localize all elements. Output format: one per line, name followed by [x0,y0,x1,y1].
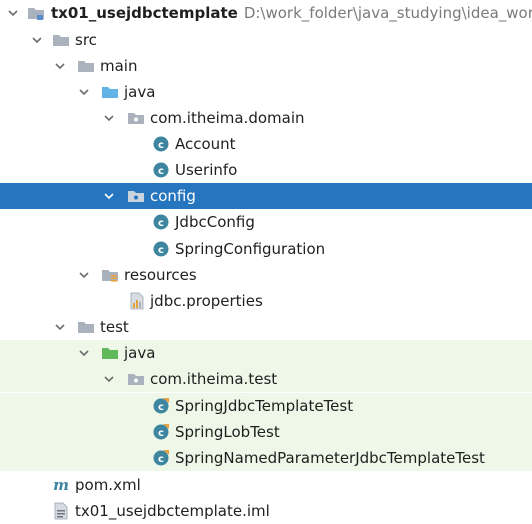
svg-text:c: c [158,245,164,256]
tree-row-jdbc-config[interactable]: c JdbcConfig [0,209,532,235]
tree-label-userinfo: Userinfo [175,161,238,179]
project-name: tx01_usejdbctemplate [51,4,238,22]
tree-label-account: Account [175,135,236,153]
tree-row-spring-named-parameter-test[interactable]: c SpringNamedParameterJdbcTemplateTest [0,445,532,471]
tree-row-jdbc-properties[interactable]: jdbc.properties [0,288,532,314]
class-icon: c [153,136,169,152]
svg-text:c: c [158,218,164,229]
test-class-icon: c [153,424,169,440]
tree-label-java-test: java [124,344,156,362]
tree-row-resources[interactable]: resources [0,262,532,288]
tree-row-spring-jdbc-template-test[interactable]: c SpringJdbcTemplateTest [0,393,532,419]
svg-text:c: c [158,166,164,177]
tree-label-resources: resources [124,266,197,284]
tree-row-account[interactable]: c Account [0,131,532,157]
tree-row-test[interactable]: test [0,314,532,340]
svg-text:c: c [158,428,164,439]
chevron-down-icon[interactable] [77,346,91,360]
svg-text:c: c [158,402,164,413]
module-folder-icon [28,8,44,20]
package-icon [128,113,144,124]
tree-row-src[interactable]: src [0,27,532,53]
tree-label-iml: tx01_usejdbctemplate.iml [75,502,270,520]
chevron-down-icon[interactable] [53,59,67,73]
class-icon: c [153,162,169,178]
tree-label-package-domain: com.itheima.domain [150,109,305,127]
svg-text:c: c [158,140,164,151]
resources-folder-icon [102,270,118,282]
project-path: D:\work_folder\java_studying\idea_worksp [243,4,532,22]
chevron-down-icon[interactable] [30,33,44,47]
tree-row-spring-lob-test[interactable]: c SpringLobTest [0,419,532,445]
chevron-down-icon[interactable] [77,268,91,282]
folder-icon [78,322,94,333]
tree-row-package-test[interactable]: com.itheima.test [0,366,532,392]
folder-icon [53,35,69,46]
tree-label-jdbc-config: JdbcConfig [175,213,255,231]
tree-row-java-main[interactable]: java [0,79,532,105]
project-tree: tx01_usejdbctemplate D:\work_folder\java_… [0,0,532,520]
tree-row-config[interactable]: config [0,183,532,209]
chevron-down-icon[interactable] [102,189,116,203]
test-class-icon: c [153,450,169,466]
source-folder-icon [102,87,118,98]
tree-label-spring-named-parameter-test: SpringNamedParameterJdbcTemplateTest [175,449,485,467]
tree-label-spring-lob-test: SpringLobTest [175,423,280,441]
tree-row-package-domain[interactable]: com.itheima.domain [0,105,532,131]
tree-row-main[interactable]: main [0,53,532,79]
tree-label-config: config [150,187,196,205]
tree-label-main: main [100,57,138,75]
module-file-icon [54,502,68,520]
chevron-down-icon[interactable] [102,111,116,125]
tree-row-spring-configuration[interactable]: c SpringConfiguration [0,236,532,262]
chevron-down-icon[interactable] [102,372,116,386]
chevron-down-icon[interactable] [6,6,20,20]
tree-row-userinfo[interactable]: c Userinfo [0,157,532,183]
tree-label-java-main: java [124,83,156,101]
tree-label-spring-configuration: SpringConfiguration [175,240,326,258]
svg-text:c: c [158,454,164,465]
class-icon: c [153,241,169,257]
test-class-icon: c [153,398,169,414]
chevron-down-icon[interactable] [77,85,91,99]
svg-text:m: m [53,476,69,494]
class-icon: c [153,214,169,230]
properties-file-icon [130,292,144,310]
test-source-folder-icon [102,348,118,359]
tree-label-jdbc-properties: jdbc.properties [150,292,263,310]
tree-row-iml[interactable]: tx01_usejdbctemplate.iml [0,498,532,524]
tree-label-package-test: com.itheima.test [150,370,278,388]
folder-icon [78,61,94,72]
tree-row-java-test[interactable]: java [0,340,532,366]
tree-row-pom[interactable]: m pom.xml [0,472,532,498]
tree-row-project[interactable]: tx01_usejdbctemplate D:\work_folder\java_… [0,0,532,26]
tree-label-src: src [75,31,97,49]
tree-label-pom: pom.xml [75,476,141,494]
tree-label-test: test [100,318,129,336]
tree-label-spring-jdbc-template-test: SpringJdbcTemplateTest [175,397,354,415]
chevron-down-icon[interactable] [53,320,67,334]
package-icon [128,374,144,385]
maven-pom-icon: m [53,476,69,494]
package-icon [128,191,144,202]
